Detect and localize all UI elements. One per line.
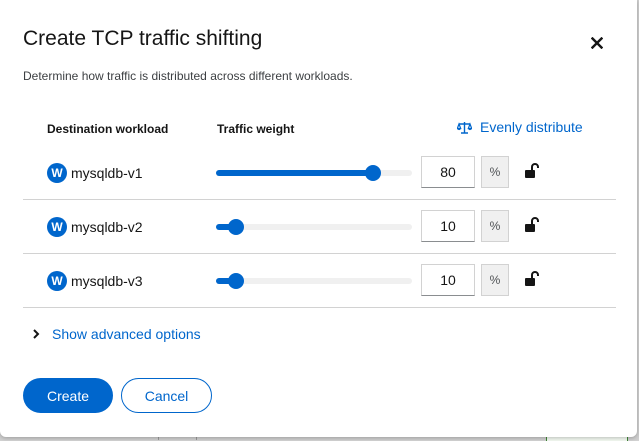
close-icon <box>591 37 603 49</box>
percent-unit: % <box>481 264 509 296</box>
workload-name: mysqldb-v3 <box>71 273 143 289</box>
close-button[interactable] <box>586 32 608 54</box>
slider-thumb[interactable] <box>227 219 244 235</box>
create-button[interactable]: Create <box>23 378 113 413</box>
weight-input[interactable]: 10 <box>421 210 475 242</box>
chevron-right-icon <box>33 329 40 339</box>
weight-input[interactable]: 80 <box>421 156 475 188</box>
weight-input[interactable]: 10 <box>421 264 475 296</box>
unlock-icon[interactable] <box>523 162 541 180</box>
column-header-destination: Destination workload <box>47 122 169 136</box>
unlock-icon[interactable] <box>523 270 541 288</box>
workload-badge: W <box>47 163 67 183</box>
percent-unit: % <box>481 210 509 242</box>
modal-title: Create TCP traffic shifting <box>23 27 263 50</box>
workload-badge: W <box>47 271 67 291</box>
advanced-options-label: Show advanced options <box>52 326 201 342</box>
weight-slider[interactable] <box>216 273 412 289</box>
weight-slider[interactable] <box>216 219 412 235</box>
evenly-distribute-label: Evenly distribute <box>480 119 583 135</box>
weight-slider[interactable] <box>216 165 412 181</box>
unlock-icon[interactable] <box>523 216 541 234</box>
traffic-shifting-modal: Create TCP traffic shifting Determine ho… <box>0 0 637 437</box>
workload-name: mysqldb-v2 <box>71 219 143 235</box>
cancel-button[interactable]: Cancel <box>121 378 212 413</box>
slider-fill <box>216 170 373 176</box>
workload-badge: W <box>47 217 67 237</box>
balance-scale-icon <box>457 121 472 134</box>
table-row: W mysqldb-v3 10 % <box>23 254 616 308</box>
modal-description: Determine how traffic is distributed acr… <box>23 69 353 83</box>
percent-unit: % <box>481 156 509 188</box>
column-header-weight: Traffic weight <box>217 122 295 136</box>
row-divider <box>23 307 616 308</box>
table-row: W mysqldb-v2 10 % <box>23 200 616 254</box>
evenly-distribute-button[interactable]: Evenly distribute <box>457 119 583 135</box>
slider-thumb[interactable] <box>364 165 381 181</box>
table-row: W mysqldb-v1 80 % <box>23 146 616 200</box>
advanced-options-toggle[interactable]: Show advanced options <box>32 326 201 342</box>
workload-name: mysqldb-v1 <box>71 165 143 181</box>
slider-thumb[interactable] <box>227 273 244 289</box>
